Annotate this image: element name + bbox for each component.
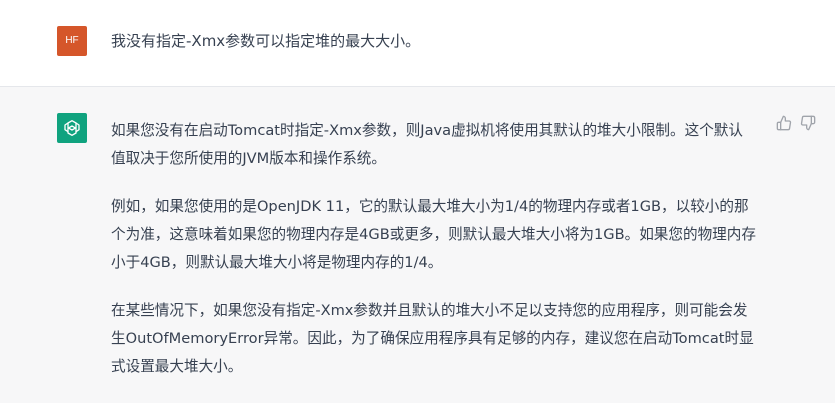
assistant-message-row: 如果您没有在启动Tomcat时指定-Xmx参数，则Java虚拟机将使用其默认的堆… <box>0 87 835 403</box>
user-avatar: HF <box>57 26 87 56</box>
openai-logo-icon <box>64 120 80 136</box>
user-message-text: 我没有指定-Xmx参数可以指定堆的最大大小。 <box>111 32 421 50</box>
assistant-paragraph: 例如，如果您使用的是OpenJDK 11，它的默认最大堆大小为1/4的物理内存或… <box>111 198 756 271</box>
assistant-message-body: 如果您没有在启动Tomcat时指定-Xmx参数，则Java虚拟机将使用其默认的堆… <box>111 117 756 381</box>
assistant-avatar <box>57 113 87 143</box>
assistant-paragraph: 如果您没有在启动Tomcat时指定-Xmx参数，则Java虚拟机将使用其默认的堆… <box>111 122 743 167</box>
assistant-paragraph: 在某些情况下，如果您没有指定-Xmx参数并且默认的堆大小不足以支持您的应用程序，… <box>111 302 754 375</box>
thumbs-up-icon[interactable] <box>776 115 792 131</box>
chat-thread: HF 我没有指定-Xmx参数可以指定堆的最大大小。 如果您没有在启动Tomcat… <box>0 0 835 403</box>
thumbs-down-icon[interactable] <box>800 115 816 131</box>
user-message-row: HF 我没有指定-Xmx参数可以指定堆的最大大小。 <box>0 0 835 87</box>
feedback-buttons <box>776 115 816 131</box>
